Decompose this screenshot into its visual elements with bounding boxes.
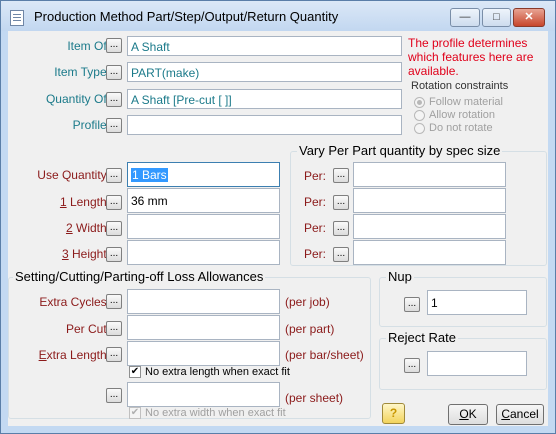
document-icon bbox=[10, 10, 24, 26]
per-field-3[interactable] bbox=[353, 214, 506, 239]
cancel-label: ancel bbox=[509, 407, 539, 421]
use-quantity-browse-button[interactable]: ... bbox=[106, 168, 122, 183]
height-label-text: Height: bbox=[68, 247, 110, 261]
extra-length-label-text: xtra Length: bbox=[46, 348, 110, 362]
per-field-4[interactable] bbox=[353, 240, 506, 265]
loss-allowances-title: Setting/Cutting/Parting-off Loss Allowan… bbox=[13, 269, 266, 284]
nup-field[interactable]: 1 bbox=[427, 290, 527, 315]
per-field-1[interactable] bbox=[353, 162, 506, 187]
do-not-rotate-radio[interactable] bbox=[414, 123, 425, 134]
per-browse-button-3[interactable]: ... bbox=[333, 221, 349, 236]
per-browse-button-2[interactable]: ... bbox=[333, 195, 349, 210]
help-icon: ? bbox=[389, 406, 398, 420]
per-sheet-browse-button[interactable]: ... bbox=[106, 388, 122, 403]
follow-material-label: Follow material bbox=[429, 96, 503, 108]
rotation-group: Rotation constraints Follow material All… bbox=[407, 80, 547, 135]
vary-per-part-title: Vary Per Part quantity by spec size bbox=[297, 143, 503, 158]
height-label: 3 Height: bbox=[62, 247, 110, 261]
reject-rate-title: Reject Rate bbox=[386, 330, 458, 345]
per-label-4: Per: bbox=[304, 247, 327, 261]
extra-cycles-unit: (per job) bbox=[285, 295, 330, 309]
extra-length-browse-button[interactable]: ... bbox=[106, 347, 122, 362]
per-field-2[interactable] bbox=[353, 188, 506, 213]
per-sheet-field[interactable] bbox=[127, 382, 280, 407]
per-cut-browse-button[interactable]: ... bbox=[106, 321, 122, 336]
dialog-window: Production Method Part/Step/Output/Retur… bbox=[0, 0, 556, 434]
profile-label: Profile: bbox=[72, 118, 110, 132]
reject-rate-browse-button[interactable]: ... bbox=[404, 358, 420, 373]
help-button[interactable]: ? bbox=[382, 403, 405, 424]
window-title: Production Method Part/Step/Output/Retur… bbox=[34, 9, 339, 24]
rotation-title: Rotation constraints bbox=[411, 80, 509, 92]
item-type-label: Item Type: bbox=[54, 65, 110, 79]
nup-browse-button[interactable]: ... bbox=[404, 297, 420, 312]
minimize-button[interactable]: — bbox=[450, 8, 480, 27]
dialog-client: Item Of: ... A Shaft Item Type: ... PART… bbox=[8, 31, 548, 426]
per-label-1: Per: bbox=[304, 169, 327, 183]
use-quantity-label: Use Quantity: bbox=[37, 168, 110, 182]
ok-label: K bbox=[468, 407, 477, 421]
length-hotkey: 1 bbox=[59, 195, 67, 209]
extra-cycles-browse-button[interactable]: ... bbox=[106, 294, 122, 309]
length-label-text: Length: bbox=[66, 195, 110, 209]
extra-length-hotkey: E bbox=[38, 348, 47, 362]
length-label: 1 Length: bbox=[60, 195, 110, 209]
item-of-label: Item Of: bbox=[67, 39, 110, 53]
no-extra-width-checkbox[interactable]: ✔ bbox=[129, 407, 141, 419]
profile-browse-button[interactable]: ... bbox=[106, 118, 122, 133]
quantity-of-field[interactable]: A Shaft [Pre-cut [ ]] bbox=[127, 89, 402, 109]
per-cut-label: Per Cut: bbox=[65, 322, 110, 336]
extra-cycles-field[interactable] bbox=[127, 289, 280, 314]
quantity-of-label: Quantity Of: bbox=[45, 92, 110, 106]
close-button[interactable]: ✕ bbox=[513, 8, 545, 27]
profile-notice: The profile determines which features he… bbox=[408, 36, 534, 78]
cancel-hotkey: C bbox=[501, 407, 510, 421]
ok-button[interactable]: OK bbox=[448, 404, 488, 425]
height-hotkey: 3 bbox=[61, 247, 69, 261]
extra-length-unit: (per bar/sheet) bbox=[285, 348, 364, 362]
use-quantity-field[interactable]: 1 Bars bbox=[127, 162, 280, 187]
no-extra-width-label: No extra width when exact fit bbox=[145, 407, 286, 419]
no-extra-length-checkbox[interactable]: ✔ bbox=[129, 366, 141, 378]
profile-field[interactable] bbox=[127, 115, 402, 135]
item-of-browse-button[interactable]: ... bbox=[106, 38, 122, 53]
allow-rotation-label: Allow rotation bbox=[429, 109, 496, 121]
per-sheet-unit: (per sheet) bbox=[285, 391, 344, 405]
cancel-button[interactable]: Cancel bbox=[496, 404, 544, 425]
do-not-rotate-label: Do not rotate bbox=[429, 122, 493, 134]
nup-title: Nup bbox=[386, 269, 414, 284]
reject-rate-field[interactable] bbox=[427, 351, 527, 376]
maximize-button[interactable]: □ bbox=[482, 8, 511, 27]
per-cut-unit: (per part) bbox=[285, 322, 335, 336]
width-field[interactable] bbox=[127, 214, 280, 239]
width-label-text: Width: bbox=[72, 221, 110, 235]
item-of-field[interactable]: A Shaft bbox=[127, 36, 402, 56]
per-label-3: Per: bbox=[304, 221, 327, 235]
item-type-field[interactable]: PART(make) bbox=[127, 62, 402, 82]
follow-material-radio[interactable] bbox=[414, 97, 425, 108]
no-extra-length-label: No extra length when exact fit bbox=[145, 366, 290, 378]
item-type-browse-button[interactable]: ... bbox=[106, 65, 122, 80]
length-field[interactable]: 36 mm bbox=[127, 188, 280, 213]
width-browse-button[interactable]: ... bbox=[106, 221, 122, 236]
per-cut-field[interactable] bbox=[127, 315, 280, 340]
quantity-of-browse-button[interactable]: ... bbox=[106, 92, 122, 107]
extra-length-field[interactable] bbox=[127, 341, 280, 366]
ok-hotkey: O bbox=[459, 407, 469, 421]
length-browse-button[interactable]: ... bbox=[106, 195, 122, 210]
height-field[interactable] bbox=[127, 240, 280, 265]
width-label: 2 Width: bbox=[66, 221, 110, 235]
per-browse-button-1[interactable]: ... bbox=[333, 168, 349, 183]
extra-length-label: Extra Length: bbox=[39, 348, 110, 362]
height-browse-button[interactable]: ... bbox=[106, 247, 122, 262]
per-label-2: Per: bbox=[304, 195, 327, 209]
allow-rotation-radio[interactable] bbox=[414, 110, 425, 121]
extra-cycles-label: Extra Cycles: bbox=[39, 295, 110, 309]
per-browse-button-4[interactable]: ... bbox=[333, 247, 349, 262]
use-quantity-value: 1 Bars bbox=[131, 168, 168, 182]
width-hotkey: 2 bbox=[65, 221, 73, 235]
title-bar[interactable]: Production Method Part/Step/Output/Retur… bbox=[1, 1, 555, 31]
